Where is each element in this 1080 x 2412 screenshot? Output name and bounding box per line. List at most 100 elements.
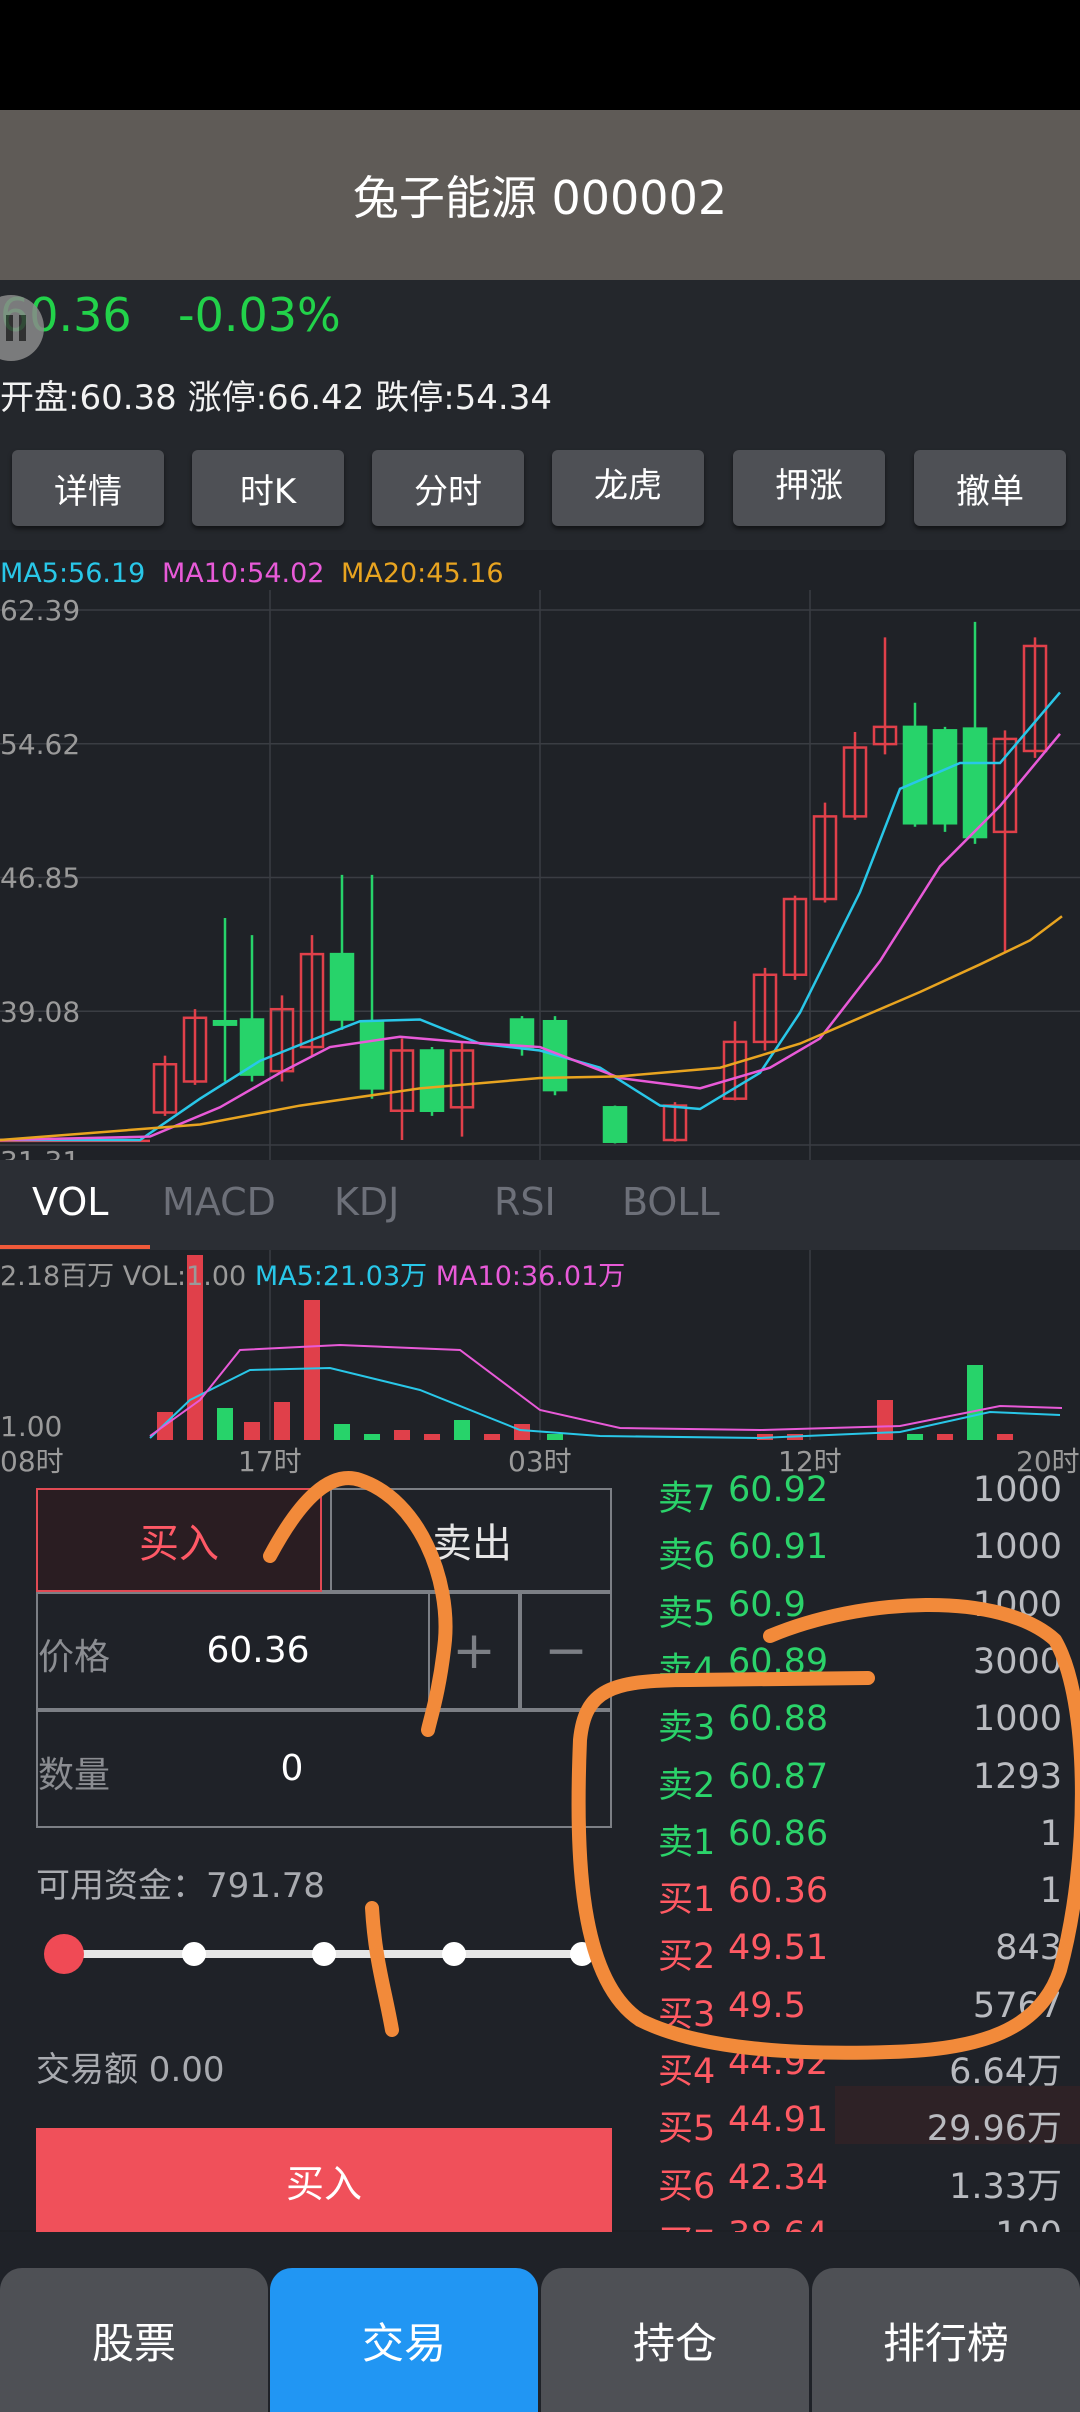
volume-bar — [334, 1424, 350, 1440]
y-tick-label: 62.39 — [0, 594, 80, 627]
candle-body — [602, 1106, 628, 1143]
order-level-label: 买1 — [658, 1880, 716, 1921]
price-plus-button[interactable]: + — [428, 1592, 520, 1710]
candle-body — [329, 952, 355, 1021]
volume-bar — [877, 1400, 893, 1440]
volume-bar — [997, 1434, 1013, 1440]
order-book-row[interactable]: 买2 49.51 843 — [650, 1928, 1070, 1985]
title-bar: 兔子能源 000002 — [0, 110, 1080, 280]
order-book-row[interactable]: 卖7 60.92 1000 — [650, 1470, 1070, 1527]
order-price: 60.88 — [728, 1699, 829, 1740]
ma-legend: MA5:56.19 MA10:54.02 MA20:45.16 — [0, 558, 512, 589]
order-book-row[interactable]: 卖1 60.86 1 — [650, 1814, 1070, 1871]
ohlc-info: 开盘:60.38 涨停:66.42 跌停:54.34 — [0, 378, 552, 418]
tab-dragon-tiger[interactable]: 龙虎 — [552, 450, 704, 526]
order-book-row[interactable]: 买6 42.34 1.33万 — [650, 2158, 1070, 2215]
status-bar — [0, 0, 1080, 110]
order-book-row[interactable]: 买4 44.92 6.64万 — [650, 2043, 1070, 2100]
order-level-label: 卖6 — [658, 1536, 716, 1577]
candle-body — [962, 727, 988, 839]
volume-bar — [274, 1402, 290, 1440]
slider-stop[interactable] — [312, 1942, 336, 1966]
order-level-label: 卖4 — [658, 1650, 716, 1691]
order-quantity: 1 — [1039, 1813, 1062, 1854]
slider-stop[interactable] — [570, 1942, 594, 1966]
order-book-row[interactable]: 买3 49.5 5767 — [650, 1986, 1070, 2043]
vol-max-label: 2.18百万 VOL:1.00 — [0, 1261, 247, 1292]
slider-stop[interactable] — [182, 1942, 206, 1966]
order-price: 60.91 — [728, 1527, 829, 1568]
candle-body — [509, 1018, 535, 1049]
order-level-label: 卖1 — [658, 1822, 716, 1863]
y-tick-label: 54.62 — [0, 728, 80, 761]
order-quantity: 29.96万 — [926, 2109, 1062, 2150]
active-tab-underline — [0, 1245, 150, 1249]
order-book-row[interactable]: 买1 60.36 1 — [650, 1871, 1070, 1928]
slider-thumb[interactable] — [44, 1934, 84, 1974]
candle-body — [932, 729, 958, 825]
nav-trade[interactable]: 交易 — [270, 2268, 538, 2412]
order-price: 60.89 — [728, 1641, 829, 1682]
order-quantity: 1293 — [972, 1756, 1062, 1797]
price-minus-button[interactable]: − — [520, 1592, 612, 1710]
tab-macd[interactable]: MACD — [162, 1180, 276, 1224]
quantity-field[interactable]: 数量 0 — [36, 1710, 612, 1828]
trade-amount: 交易额 0.00 — [36, 2050, 225, 2090]
order-book-row[interactable]: 卖2 60.87 1293 — [650, 1757, 1070, 1814]
buy-tab[interactable]: 买入 — [36, 1488, 322, 1592]
order-quantity: 1 — [1039, 1871, 1062, 1912]
order-quantity: 1000 — [972, 1699, 1062, 1740]
candle-body — [902, 725, 928, 825]
order-price: 44.91 — [728, 2100, 829, 2141]
order-book-row[interactable]: 卖3 60.88 1000 — [650, 1699, 1070, 1756]
price-change: -0.03% — [178, 288, 341, 342]
tab-cancel-order[interactable]: 撤单 — [914, 450, 1066, 526]
order-quantity: 1000 — [972, 1470, 1062, 1510]
ma5-line — [0, 691, 1061, 1142]
price-input[interactable]: 60.36 — [38, 1630, 478, 1671]
time-label: 03时 — [508, 1445, 572, 1478]
kline-svg: 62.39 54.62 46.85 39.08 31.31 — [0, 590, 1080, 1160]
vol-min-label: 1.00 — [0, 1410, 63, 1443]
volume-bar — [244, 1422, 260, 1440]
order-book-row[interactable]: 卖6 60.91 1000 — [650, 1527, 1070, 1584]
order-price: 60.87 — [728, 1756, 829, 1797]
order-quantity: 843 — [995, 1928, 1062, 1969]
y-tick-label: 31.31 — [0, 1145, 80, 1160]
tab-hour-kline[interactable]: 时K — [192, 450, 344, 526]
nav-leaderboard[interactable]: 排行榜 — [812, 2268, 1080, 2412]
order-book-row[interactable]: 卖5 60.9 1000 — [650, 1585, 1070, 1642]
volume-bar — [364, 1434, 380, 1440]
time-label: 17时 — [238, 1445, 302, 1478]
tab-details[interactable]: 详情 — [12, 450, 164, 526]
tab-rsi[interactable]: RSI — [494, 1180, 556, 1224]
sell-tab[interactable]: 卖出 — [330, 1488, 612, 1592]
nav-stocks[interactable]: 股票 — [0, 2268, 268, 2412]
order-level-label: 卖7 — [658, 1479, 716, 1519]
order-price: 49.51 — [728, 1928, 829, 1969]
order-price: 42.34 — [728, 2157, 829, 2198]
tab-boll[interactable]: BOLL — [622, 1180, 720, 1224]
y-tick-label: 46.85 — [0, 862, 80, 895]
order-book-row[interactable]: 买5 44.91 29.96万 — [650, 2100, 1070, 2157]
slider-stop[interactable] — [442, 1942, 466, 1966]
tab-timeshare[interactable]: 分时 — [372, 450, 524, 526]
volume-bar — [217, 1408, 233, 1440]
tab-vol[interactable]: VOL — [32, 1180, 108, 1224]
nav-positions[interactable]: 持仓 — [541, 2268, 809, 2412]
quantity-input[interactable]: 0 — [38, 1748, 546, 1789]
order-quantity: 3000 — [972, 1641, 1062, 1682]
tab-kdj[interactable]: KDJ — [334, 1180, 399, 1224]
tab-bet-rise[interactable]: 押涨 — [733, 450, 885, 526]
time-label: 08时 — [0, 1445, 64, 1478]
candle-body — [419, 1049, 445, 1112]
buy-button[interactable]: 买入 — [36, 2128, 612, 2232]
order-price: 60.36 — [728, 1871, 829, 1912]
order-level-label: 买2 — [658, 1937, 716, 1978]
order-level-label: 买5 — [658, 2109, 716, 2150]
kline-chart[interactable]: 62.39 54.62 46.85 39.08 31.31 — [0, 550, 1080, 1160]
order-book-row[interactable]: 卖4 60.89 3000 — [650, 1642, 1070, 1699]
order-price: 60.92 — [728, 1470, 829, 1510]
candle-body — [212, 1019, 238, 1026]
volume-bar — [394, 1430, 410, 1440]
